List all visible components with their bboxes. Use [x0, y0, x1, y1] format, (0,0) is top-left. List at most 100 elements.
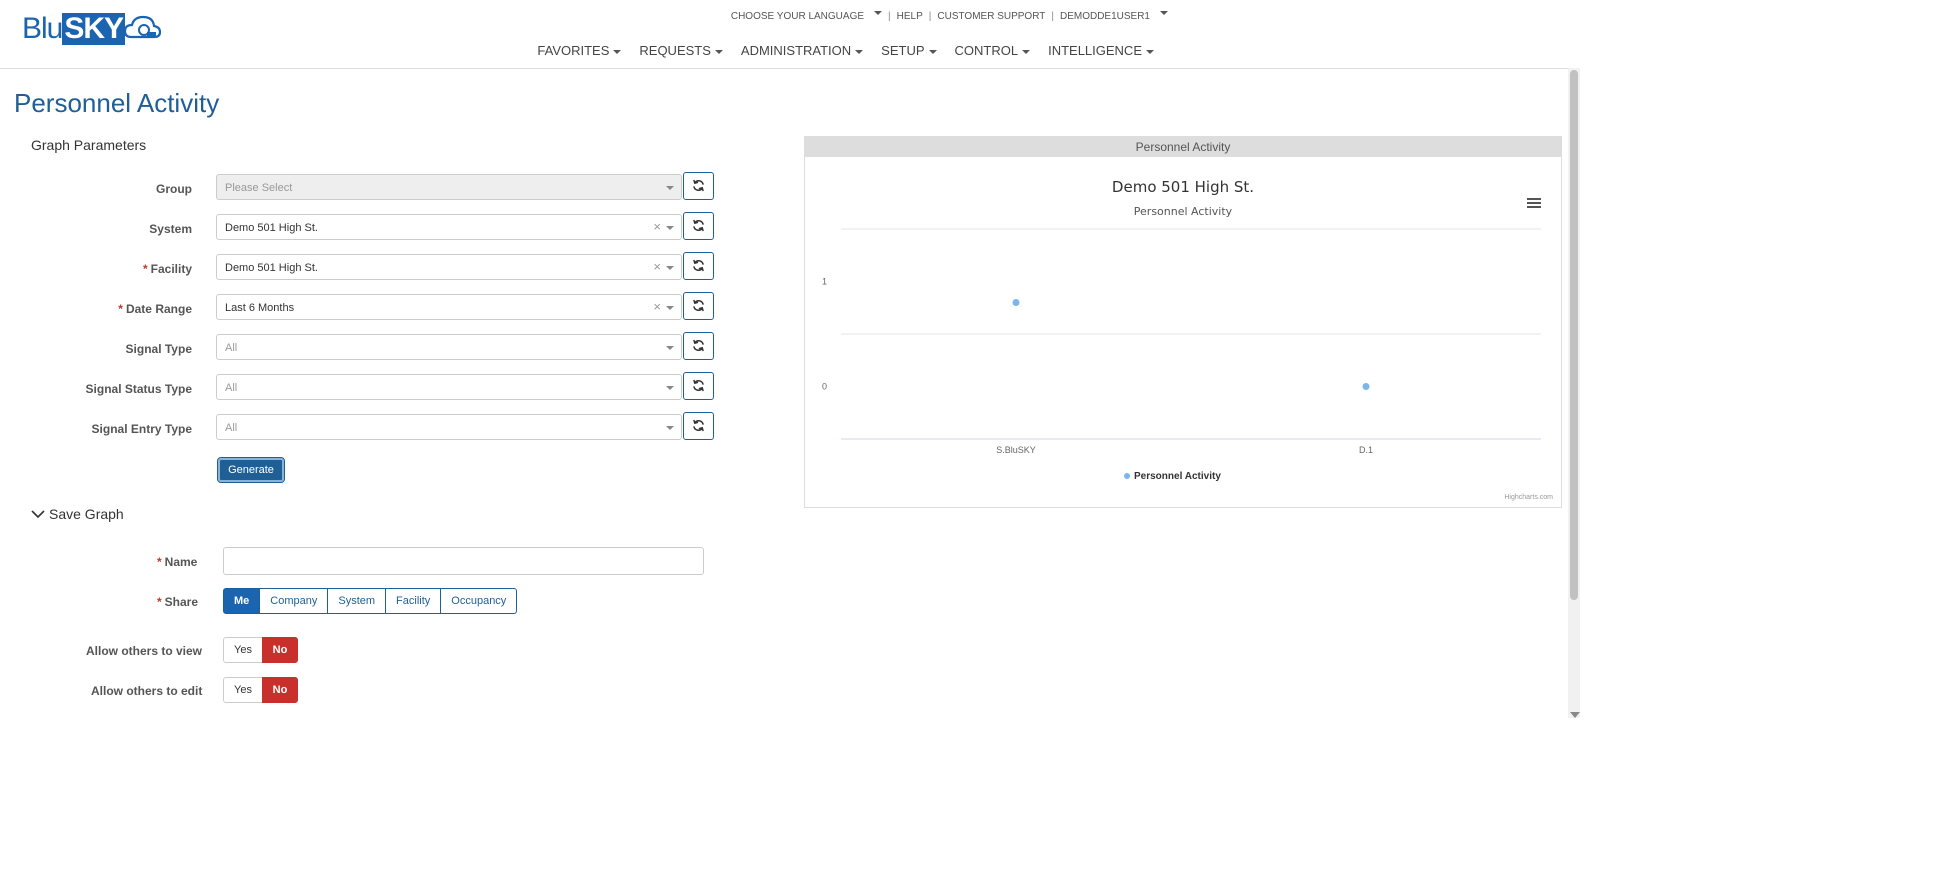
scrollbar[interactable]: [1568, 68, 1580, 718]
system-refresh-button[interactable]: [683, 212, 714, 240]
chevron-down-icon[interactable]: [666, 186, 674, 190]
chevron-down-icon[interactable]: [666, 306, 674, 310]
nav-item-administration[interactable]: ADMINISTRATION: [741, 43, 864, 58]
refresh-icon: [693, 179, 704, 192]
x-tick-label: D.1: [1359, 445, 1373, 455]
scroll-down-arrow-icon[interactable]: [1570, 712, 1580, 718]
share-label: * Share: [157, 595, 199, 609]
caret-down-icon: [714, 49, 723, 54]
logo-blu-text: Blu: [22, 12, 63, 45]
signal-entry-type-select[interactable]: All: [216, 414, 682, 440]
top-link-3[interactable]: DEMODDE1USER1: [1060, 11, 1150, 22]
caret-down-icon: [1022, 49, 1031, 54]
y-tick-label: 0: [822, 382, 827, 392]
clear-icon[interactable]: ×: [653, 219, 661, 234]
chevron-down-icon[interactable]: [666, 386, 674, 390]
chart-credits[interactable]: Highcharts.com: [1504, 494, 1553, 501]
x-tick-label: S.BluSKY: [996, 445, 1036, 455]
signal-entry-type-label: Signal Entry Type: [91, 422, 192, 436]
allow-view-no-button[interactable]: No: [262, 637, 298, 663]
logo-sky-text: SKY: [62, 12, 126, 45]
share-facility-button[interactable]: Facility: [385, 588, 442, 614]
caret-down-icon: [928, 49, 937, 54]
cloud-icon: [123, 15, 162, 39]
signal-status-type-select[interactable]: All: [216, 374, 682, 400]
top-link-2[interactable]: CUSTOMER SUPPORT: [937, 11, 1045, 22]
scrollbar-thumb[interactable]: [1570, 70, 1578, 600]
refresh-icon: [693, 299, 704, 312]
generate-button[interactable]: Generate: [217, 457, 285, 483]
signal-status-type-refresh-button[interactable]: [683, 372, 714, 400]
caret-down-icon: [613, 49, 622, 54]
field-row-facility: * Facility Demo 501 High St. ×: [0, 252, 720, 282]
page-title: Personnel Activity: [14, 88, 220, 118]
clear-icon[interactable]: ×: [653, 259, 661, 274]
share-me-button[interactable]: Me: [223, 588, 261, 614]
nav-item-setup[interactable]: SETUP: [881, 43, 937, 58]
allow-view-yes-button[interactable]: Yes: [223, 637, 263, 663]
top-link-1[interactable]: HELP: [897, 11, 923, 22]
system-select[interactable]: Demo 501 High St. ×: [216, 214, 682, 240]
signal-type-value: All: [225, 342, 238, 354]
data-point[interactable]: [1362, 383, 1370, 390]
graph-name-input[interactable]: [223, 547, 704, 575]
share-company-button[interactable]: Company: [259, 588, 329, 614]
blusky-logo[interactable]: Blu SKY: [22, 12, 162, 45]
header: Blu SKY CHOOSE YOUR LANGUAGE | HELP | CUSTOM…: [0, 0, 1568, 69]
field-row-system: System Demo 501 High St. ×: [0, 212, 720, 242]
date-range-select[interactable]: Last 6 Months ×: [216, 294, 682, 320]
nav-item-control[interactable]: CONTROL: [955, 43, 1031, 58]
signal-entry-type-refresh-button[interactable]: [683, 412, 714, 440]
nav-item-label: INTELLIGENCE: [1048, 43, 1142, 58]
chart-menu-icon[interactable]: [1527, 198, 1541, 208]
nav-item-label: CONTROL: [954, 43, 1019, 58]
chart-panel-heading: Personnel Activity: [805, 137, 1561, 157]
chart-panel: Personnel Activity Demo 501 High St. Per…: [804, 136, 1562, 508]
refresh-icon: [693, 219, 704, 232]
date-range-refresh-button[interactable]: [683, 292, 714, 320]
signal-type-select[interactable]: All: [216, 334, 682, 360]
signal-type-label: Signal Type: [125, 342, 192, 356]
legend-label[interactable]: Personnel Activity: [1134, 471, 1221, 482]
share-system-button[interactable]: System: [327, 588, 387, 614]
top-link-0[interactable]: CHOOSE YOUR LANGUAGE: [731, 11, 864, 22]
caret-down-icon: [1146, 49, 1154, 54]
nav-item-intelligence[interactable]: INTELLIGENCE: [1048, 43, 1154, 58]
share-occupancy-button[interactable]: Occupancy: [440, 588, 518, 614]
field-row-group: Group Please Select: [0, 172, 720, 202]
allow-view-label: Allow others to view: [86, 644, 203, 658]
data-point[interactable]: [1012, 299, 1020, 306]
utility-links: CHOOSE YOUR LANGUAGE | HELP | CUSTOMER SUPPO…: [731, 11, 1168, 22]
caret-down-icon: [855, 49, 864, 54]
chevron-down-icon[interactable]: [666, 426, 674, 430]
chevron-down-icon[interactable]: [666, 346, 674, 350]
facility-refresh-button[interactable]: [683, 252, 714, 280]
caret-down-icon: [874, 11, 883, 15]
clear-icon[interactable]: ×: [653, 299, 661, 314]
group-refresh-button[interactable]: [683, 172, 714, 200]
refresh-icon: [693, 379, 704, 392]
name-label: * Name: [157, 555, 198, 569]
chevron-down-icon[interactable]: [666, 226, 674, 230]
nav-item-requests[interactable]: REQUESTS: [639, 43, 723, 58]
field-row-signal-status-type: Signal Status Type All: [0, 372, 720, 402]
refresh-icon: [693, 419, 704, 432]
field-row-signal-entry-type: Signal Entry Type All: [0, 412, 720, 442]
facility-select[interactable]: Demo 501 High St. ×: [216, 254, 682, 280]
nav-item-favorites[interactable]: FAVORITES: [537, 43, 622, 58]
allow-edit-label: Allow others to edit: [91, 684, 203, 698]
field-row-date-range: * Date Range Last 6 Months ×: [0, 292, 720, 322]
refresh-icon: [693, 339, 704, 352]
allow-edit-yes-button[interactable]: Yes: [223, 677, 263, 703]
main-nav: FAVORITES REQUESTS ADMINISTRATION SETUP CONT…: [537, 43, 1154, 58]
chevron-down-icon[interactable]: [666, 266, 674, 270]
system-value: Demo 501 High St.: [225, 222, 318, 234]
nav-item-label: FAVORITES: [537, 43, 610, 58]
signal-status-type-label: Signal Status Type: [85, 382, 192, 396]
chart-title: Demo 501 High St.: [1112, 178, 1254, 196]
field-row-signal-type: Signal Type All: [0, 332, 720, 362]
save-graph-toggle[interactable]: Save Graph: [31, 506, 124, 522]
group-select[interactable]: Please Select: [216, 174, 682, 200]
allow-edit-no-button[interactable]: No: [262, 677, 298, 703]
signal-type-refresh-button[interactable]: [683, 332, 714, 360]
